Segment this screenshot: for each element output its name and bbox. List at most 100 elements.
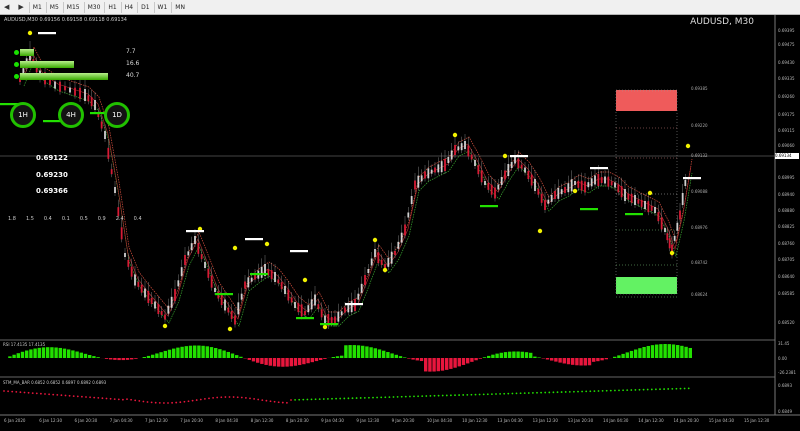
stm-dot xyxy=(73,395,75,397)
candle-body xyxy=(241,294,243,300)
rsi-bar xyxy=(222,350,225,358)
stm-dot xyxy=(204,398,206,400)
stm-dot xyxy=(688,387,690,389)
stm-dot xyxy=(40,393,42,395)
stm-dot xyxy=(635,389,637,391)
candle-body xyxy=(474,160,476,166)
stm-dot xyxy=(671,388,673,390)
buy-marker xyxy=(580,208,598,210)
sell-marker xyxy=(590,167,608,169)
stm-dot xyxy=(442,395,444,397)
stm-dot xyxy=(352,397,354,399)
timeframe-h4-button[interactable]: H4 xyxy=(121,2,136,13)
rsi-bar xyxy=(449,358,452,369)
stm-dot xyxy=(524,392,526,394)
rsi-bar xyxy=(642,347,645,358)
timeframe-d1-button[interactable]: D1 xyxy=(137,2,152,13)
candle-body xyxy=(307,305,309,312)
stm-dot xyxy=(216,397,218,399)
timeframe-m5-button[interactable]: M5 xyxy=(46,2,62,13)
rsi-bar xyxy=(512,351,515,358)
rsi-bar xyxy=(516,351,519,358)
candle-body xyxy=(174,289,176,301)
stm-dot xyxy=(89,396,91,398)
stm-dot xyxy=(676,388,678,390)
stats-row: 1.8 1.5 0.4 0.1 0.5 0.9 2.4 0.4 xyxy=(8,216,142,222)
rsi-bar xyxy=(546,358,549,360)
time-axis-label: 10 Jan 12:30 xyxy=(462,418,487,423)
price-axis-label: 0.69260 xyxy=(778,94,795,99)
rsi-bar xyxy=(479,358,482,359)
candle-body xyxy=(541,194,543,203)
candle-body xyxy=(291,298,293,303)
rsi-bar xyxy=(281,358,284,367)
stm-dot xyxy=(114,398,116,400)
buy-marker xyxy=(320,323,338,325)
candle-body xyxy=(494,188,496,199)
candle-body xyxy=(557,188,559,199)
rsi-bar xyxy=(600,358,603,360)
level-price-2: 0.69230 xyxy=(36,171,68,179)
price-axis-label: 0.68760 xyxy=(778,241,795,246)
price-axis-label: 0.68880 xyxy=(778,208,795,213)
rsi-bar xyxy=(231,353,234,358)
candle-body xyxy=(211,276,213,288)
rsi-bar xyxy=(180,347,183,358)
timeframe-h1-button[interactable]: H1 xyxy=(104,2,119,13)
candle-body xyxy=(682,193,684,205)
scroll-left-icon[interactable]: ◀ xyxy=(0,3,13,11)
timeframe-m1-button[interactable]: M1 xyxy=(29,2,45,13)
timeframe-m15-button[interactable]: M15 xyxy=(63,2,83,13)
candle-body xyxy=(177,280,179,286)
candle-body xyxy=(121,227,123,239)
timeframe-w1-button[interactable]: W1 xyxy=(154,2,171,13)
price-axis-label: 0.69175 xyxy=(778,112,795,117)
stm-dot xyxy=(536,392,538,394)
candle-body xyxy=(127,260,129,267)
candle-body xyxy=(441,161,443,172)
stm-dot xyxy=(266,400,268,402)
rsi-bar xyxy=(630,351,633,358)
rsi-bar xyxy=(453,358,456,368)
stm-dot xyxy=(520,392,522,394)
rsi-bar xyxy=(29,349,32,358)
timeframe-toolbar: ◀ ▶ M1 M5 M15 M30 H1 H4 D1 W1 MN xyxy=(0,0,800,15)
stm-dot xyxy=(659,388,661,390)
rsi-bar xyxy=(197,346,200,358)
timeframe-mn-button[interactable]: MN xyxy=(171,2,188,13)
candle-body xyxy=(411,196,413,204)
stm-dot xyxy=(307,399,309,401)
stm-dot xyxy=(397,396,399,398)
candle-body xyxy=(401,233,403,243)
stm-dot xyxy=(323,398,325,400)
candle-body xyxy=(351,301,353,312)
zone-level-label: 0.69132 xyxy=(691,153,708,158)
candle-body xyxy=(424,172,426,179)
candle-body xyxy=(511,162,513,168)
timeframe-m30-button[interactable]: M30 xyxy=(84,2,104,13)
candle-body xyxy=(467,146,469,157)
price-axis-label: 0.68585 xyxy=(778,291,795,296)
rsi-bar xyxy=(365,346,368,358)
candle-body xyxy=(631,194,633,203)
candle-body xyxy=(437,164,439,172)
stm-dot xyxy=(155,402,157,404)
rsi-bar xyxy=(235,355,238,358)
stm-dot xyxy=(118,399,120,401)
candle-body xyxy=(661,217,663,229)
rsi-bar xyxy=(12,355,15,358)
time-axis-label: 13 Jan 12:30 xyxy=(533,418,558,423)
stm-dot xyxy=(528,392,530,394)
stm-dot xyxy=(225,396,227,398)
rsi-bar xyxy=(441,358,444,371)
stm-dot xyxy=(532,392,534,394)
stm-dot xyxy=(294,399,296,401)
candle-body xyxy=(361,284,363,293)
rsi-bar xyxy=(437,358,440,371)
price-axis-label: 0.68940 xyxy=(778,192,795,197)
level-price-1: 0.69122 xyxy=(36,154,68,162)
rsi-bar xyxy=(550,358,553,361)
candle-body xyxy=(601,177,603,183)
rsi-bar xyxy=(596,358,599,361)
scroll-right-icon[interactable]: ▶ xyxy=(14,3,27,11)
